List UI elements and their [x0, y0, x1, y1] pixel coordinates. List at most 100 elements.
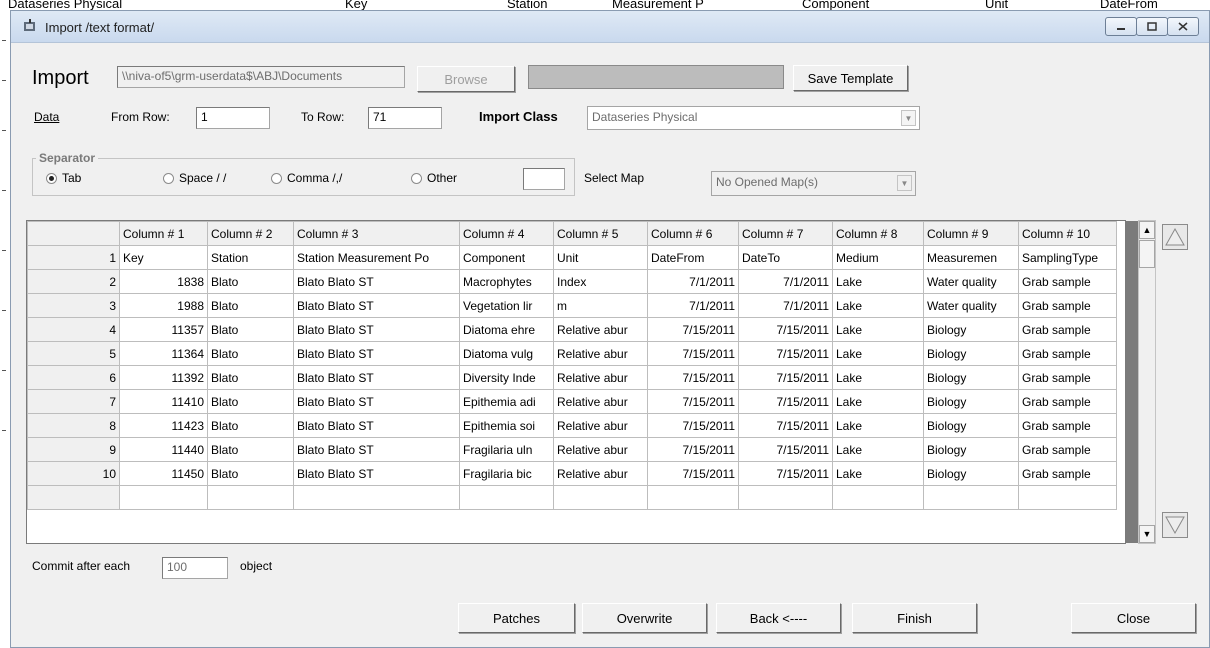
table-cell[interactable]: Lake: [832, 341, 924, 366]
table-cell[interactable]: 7/1/2011: [647, 293, 739, 318]
table-cell[interactable]: Blato Blato ST: [293, 341, 460, 366]
save-template-button[interactable]: Save Template: [793, 65, 908, 91]
table-cell[interactable]: 7/15/2011: [738, 341, 833, 366]
row-header-cell[interactable]: 3: [27, 293, 120, 318]
table-cell[interactable]: Biology: [923, 413, 1019, 438]
column-header[interactable]: Column # 1: [119, 221, 208, 246]
row-header-cell[interactable]: 1: [27, 245, 120, 270]
table-cell[interactable]: 7/15/2011: [738, 389, 833, 414]
table-cell[interactable]: Blato Blato ST: [293, 413, 460, 438]
table-cell[interactable]: Relative abur: [553, 341, 648, 366]
browse-button[interactable]: Browse: [417, 66, 515, 92]
table-cell[interactable]: Grab sample: [1018, 389, 1117, 414]
row-header-cell[interactable]: 6: [27, 365, 120, 390]
table-cell[interactable]: Diversity Inde: [459, 365, 554, 390]
table-cell[interactable]: Blato Blato ST: [293, 293, 460, 318]
table-cell[interactable]: 7/15/2011: [738, 413, 833, 438]
table-cell[interactable]: Fragilaria bic: [459, 461, 554, 486]
table-cell[interactable]: Macrophytes: [459, 269, 554, 294]
table-cell[interactable]: Blato: [207, 269, 294, 294]
table-row[interactable]: 8 11423 Blato Blato Blato ST Epithemia soi Re…: [27, 413, 1117, 438]
table-cell[interactable]: Biology: [923, 365, 1019, 390]
row-header-cell[interactable]: 2: [27, 269, 120, 294]
table-cell[interactable]: [553, 485, 648, 510]
table-cell[interactable]: Diatoma ehre: [459, 317, 554, 342]
table-cell[interactable]: Measuremen: [923, 245, 1019, 270]
finish-button[interactable]: Finish: [852, 603, 977, 633]
table-cell[interactable]: [293, 485, 460, 510]
table-cell[interactable]: Index: [553, 269, 648, 294]
table-cell[interactable]: 7/1/2011: [647, 269, 739, 294]
back-button[interactable]: Back <----: [716, 603, 841, 633]
table-cell[interactable]: Relative abur: [553, 389, 648, 414]
table-cell[interactable]: 7/1/2011: [738, 293, 833, 318]
table-cell[interactable]: Component: [459, 245, 554, 270]
table-cell[interactable]: 7/15/2011: [647, 389, 739, 414]
table-cell[interactable]: [923, 485, 1019, 510]
maximize-button[interactable]: [1136, 17, 1168, 36]
table-cell[interactable]: 1988: [119, 293, 208, 318]
table-cell[interactable]: Grab sample: [1018, 413, 1117, 438]
table-cell[interactable]: 7/15/2011: [738, 365, 833, 390]
table-cell[interactable]: Epithemia adi: [459, 389, 554, 414]
column-header[interactable]: Column # 5: [553, 221, 648, 246]
row-header-cell[interactable]: 10: [27, 461, 120, 486]
table-row[interactable]: 6 11392 Blato Blato Blato ST Diversity Inde R…: [27, 365, 1117, 390]
row-header-cell[interactable]: [27, 485, 120, 510]
move-down-button[interactable]: [1162, 512, 1188, 538]
table-cell[interactable]: Lake: [832, 317, 924, 342]
data-link[interactable]: Data: [34, 110, 59, 124]
table-cell[interactable]: Blato: [207, 413, 294, 438]
table-cell[interactable]: 1838: [119, 269, 208, 294]
column-header[interactable]: Column # 10: [1018, 221, 1117, 246]
table-cell[interactable]: Blato: [207, 293, 294, 318]
table-cell[interactable]: Station Measurement Po: [293, 245, 460, 270]
table-cell[interactable]: 7/15/2011: [738, 461, 833, 486]
table-cell[interactable]: Lake: [832, 293, 924, 318]
radio-tab[interactable]: Tab: [46, 171, 81, 185]
radio-space[interactable]: Space / /: [163, 171, 226, 185]
table-cell[interactable]: [647, 485, 739, 510]
table-cell[interactable]: 7/15/2011: [647, 461, 739, 486]
table-cell[interactable]: Key: [119, 245, 208, 270]
table-cell[interactable]: [832, 485, 924, 510]
map-select[interactable]: No Opened Map(s) ▼: [711, 171, 916, 196]
table-cell[interactable]: 7/15/2011: [647, 341, 739, 366]
table-row[interactable]: 4 11357 Blato Blato Blato ST Diatoma ehre Rel…: [27, 317, 1117, 342]
table-cell[interactable]: Grab sample: [1018, 365, 1117, 390]
table-cell[interactable]: Blato: [207, 437, 294, 462]
table-cell[interactable]: 11423: [119, 413, 208, 438]
table-cell[interactable]: Blato: [207, 341, 294, 366]
table-cell[interactable]: 7/15/2011: [647, 413, 739, 438]
to-row-input[interactable]: 71: [368, 107, 442, 129]
table-cell[interactable]: DateTo: [738, 245, 833, 270]
grid-corner-cell[interactable]: [27, 221, 120, 246]
table-row[interactable]: 7 11410 Blato Blato Blato ST Epithemia adi Re…: [27, 389, 1117, 414]
table-cell[interactable]: Water quality: [923, 269, 1019, 294]
table-cell[interactable]: Lake: [832, 461, 924, 486]
path-field[interactable]: \\niva-of5\grm-userdata$\ABJ\Documents: [117, 66, 405, 88]
table-cell[interactable]: Blato: [207, 389, 294, 414]
row-header-cell[interactable]: 5: [27, 341, 120, 366]
move-up-button[interactable]: [1162, 224, 1188, 250]
minimize-button[interactable]: [1105, 17, 1137, 36]
table-cell[interactable]: SamplingType: [1018, 245, 1117, 270]
table-cell[interactable]: Lake: [832, 437, 924, 462]
import-class-select[interactable]: Dataseries Physical ▼: [587, 106, 920, 130]
column-header[interactable]: Column # 8: [832, 221, 924, 246]
table-cell[interactable]: Relative abur: [553, 461, 648, 486]
table-cell[interactable]: [1018, 485, 1117, 510]
column-header[interactable]: Column # 2: [207, 221, 294, 246]
table-cell[interactable]: Grab sample: [1018, 461, 1117, 486]
radio-comma[interactable]: Comma /,/: [271, 171, 342, 185]
table-cell[interactable]: Grab sample: [1018, 293, 1117, 318]
close-button[interactable]: Close: [1071, 603, 1196, 633]
table-cell[interactable]: 11450: [119, 461, 208, 486]
table-cell[interactable]: Blato Blato ST: [293, 317, 460, 342]
table-cell[interactable]: 11410: [119, 389, 208, 414]
table-row[interactable]: 3 1988 Blato Blato Blato ST Vegetation lir m 7…: [27, 293, 1117, 318]
grid-scrollbar[interactable]: ▲ ▼: [1138, 220, 1156, 544]
row-header-cell[interactable]: 9: [27, 437, 120, 462]
table-cell[interactable]: Medium: [832, 245, 924, 270]
table-row[interactable]: [27, 485, 1117, 510]
